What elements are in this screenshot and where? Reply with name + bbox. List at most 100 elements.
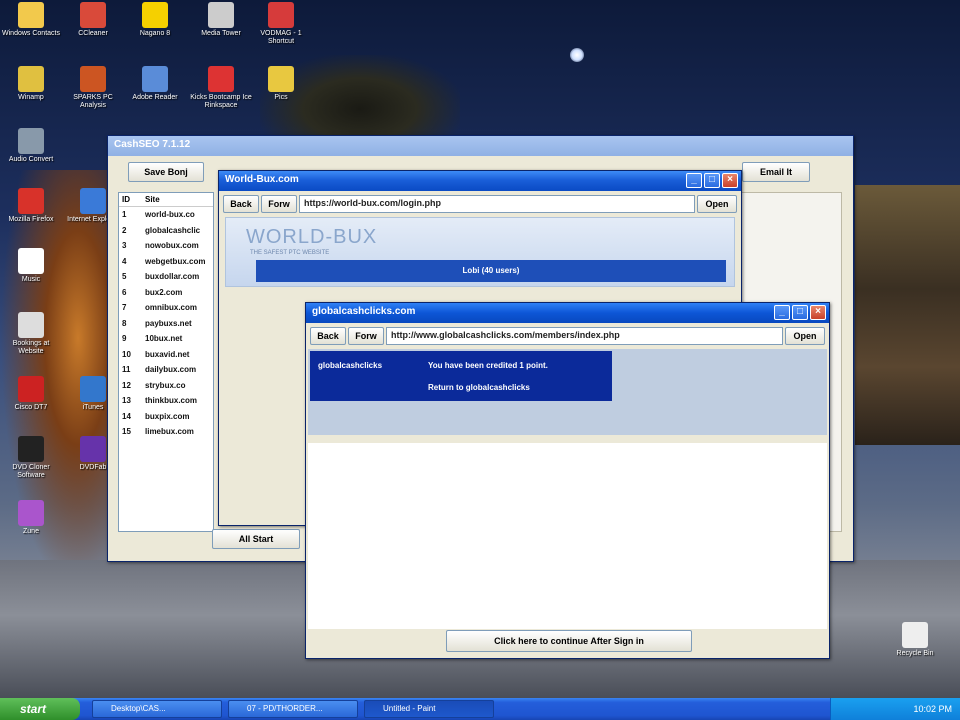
desktop-icon[interactable]: DVD Cloner Software bbox=[0, 436, 62, 480]
app-icon bbox=[18, 312, 44, 338]
task-item-1[interactable]: Desktop\CAS... bbox=[92, 700, 222, 718]
desktop-icon-label: Kicks Bootcamp Ice Rinkspace bbox=[190, 94, 252, 109]
save-button[interactable]: Save Bonj bbox=[128, 162, 204, 182]
page-body bbox=[308, 443, 827, 629]
desktop-icon[interactable]: Music bbox=[0, 248, 62, 284]
desktop-icon-label: VODMAG - 1 Shortcut bbox=[260, 30, 302, 45]
desktop-icon[interactable]: Adobe Reader bbox=[124, 66, 186, 102]
desktop-icon[interactable]: Cisco DT7 bbox=[0, 376, 62, 412]
start-button[interactable]: start bbox=[0, 698, 80, 720]
back-button[interactable]: Back bbox=[223, 195, 259, 213]
row-site: buxpix.com bbox=[145, 411, 190, 421]
worldbux-tagline: THE SAFEST PTC WEBSITE bbox=[250, 250, 330, 256]
url-input[interactable]: http://www.globalcashclicks.com/members/… bbox=[386, 327, 783, 345]
system-tray: 10:02 PM bbox=[830, 698, 960, 720]
minimize-button[interactable]: _ bbox=[774, 305, 790, 320]
desktop-icon[interactable]: Kicks Bootcamp Ice Rinkspace bbox=[190, 66, 252, 110]
close-button[interactable]: × bbox=[810, 305, 826, 320]
list-item[interactable]: 1 world-bux.co bbox=[119, 207, 213, 223]
maximize-button[interactable]: □ bbox=[704, 173, 720, 188]
back-button[interactable]: Back bbox=[310, 327, 346, 345]
row-id: 6 bbox=[122, 287, 127, 297]
list-item[interactable]: 10 buxavid.net bbox=[119, 347, 213, 363]
moon bbox=[570, 48, 584, 62]
desktop-icon-label: Music bbox=[21, 276, 41, 283]
desktop-icon[interactable]: Audio Convert bbox=[0, 128, 62, 164]
app-icon bbox=[80, 376, 106, 402]
row-site: limebux.com bbox=[145, 427, 194, 436]
list-item[interactable]: 11 dailybux.com bbox=[119, 362, 213, 378]
list-item[interactable]: 13 thinkbux.com bbox=[119, 393, 213, 409]
desktop-icon[interactable]: Nagano 8 bbox=[124, 2, 186, 38]
continue-button[interactable]: Click here to continue After Sign in bbox=[446, 630, 692, 652]
row-site: thinkbux.com bbox=[145, 396, 198, 405]
taskbar: start Desktop\CAS... 07 - PD/THORDER... … bbox=[0, 698, 960, 720]
desktop-icon[interactable]: SPARKS PC Analysis bbox=[62, 66, 124, 110]
list-header-site: Site bbox=[145, 195, 160, 204]
site-list[interactable]: ID Site 1 world-bux.co 2 globalcashclic 3 now… bbox=[118, 192, 214, 532]
list-item[interactable]: 7 omnibux.com bbox=[119, 300, 213, 316]
row-site: nowobux.com bbox=[145, 241, 199, 250]
credit-notice: globalcashclicks You have been credited … bbox=[310, 351, 612, 401]
list-item[interactable]: 5 buxdollar.com bbox=[119, 269, 213, 285]
url-input[interactable]: https://world-bux.com/login.php bbox=[299, 195, 695, 213]
list-item[interactable]: 15 limebux.com bbox=[119, 424, 213, 440]
row-site: webgetbux.com bbox=[145, 256, 206, 266]
app-icon bbox=[18, 188, 44, 214]
all-start-button[interactable]: All Start bbox=[212, 529, 300, 549]
list-item[interactable]: 3 nowobux.com bbox=[119, 238, 213, 254]
app-icon bbox=[18, 376, 44, 402]
desktop-icon-label: Media Tower bbox=[201, 30, 241, 37]
desktop-icon[interactable]: Bookings at Website bbox=[0, 312, 62, 356]
list-item[interactable]: 8 paybuxs.net bbox=[119, 316, 213, 332]
desktop-icon-label: Recycle Bin bbox=[896, 650, 934, 657]
desktop-icon[interactable]: Windows Contacts bbox=[0, 2, 62, 38]
return-link[interactable]: Return to globalcashclicks bbox=[428, 383, 530, 392]
maximize-button[interactable]: □ bbox=[792, 305, 808, 320]
worldbux-logo: WORLD-BUX bbox=[246, 226, 378, 248]
desktop-icon-label: Pics bbox=[274, 94, 288, 101]
app-icon bbox=[18, 128, 44, 154]
list-item[interactable]: 2 globalcashclic bbox=[119, 223, 213, 239]
desktop-icon[interactable]: Zune bbox=[0, 500, 62, 536]
browser2-titlebar[interactable]: globalcashclicks.com _ □ × bbox=[306, 303, 829, 323]
desktop-icon[interactable]: VODMAG - 1 Shortcut bbox=[250, 2, 312, 46]
task-item-3[interactable]: Untitled - Paint bbox=[364, 700, 494, 718]
desktop-icon[interactable]: CCleaner bbox=[62, 2, 124, 38]
browser1-titlebar[interactable]: World-Bux.com _ □ × bbox=[219, 171, 741, 191]
forward-button[interactable]: Forw bbox=[261, 195, 297, 213]
list-item[interactable]: 14 buxpix.com bbox=[119, 409, 213, 425]
desktop-icon[interactable]: Recycle Bin bbox=[884, 622, 946, 658]
app-icon bbox=[80, 66, 106, 92]
browser2-address-bar: Back Forw http://www.globalcashclicks.co… bbox=[306, 323, 829, 349]
list-item[interactable]: 4 webgetbux.com bbox=[119, 254, 213, 270]
desktop-icon-label: Bookings at Website bbox=[12, 340, 50, 355]
desktop-icon[interactable]: Pics bbox=[250, 66, 312, 102]
minimize-button[interactable]: _ bbox=[686, 173, 702, 188]
row-id: 8 bbox=[122, 318, 127, 328]
list-item[interactable]: 12 strybux.co bbox=[119, 378, 213, 394]
browser1-address-bar: Back Forw https://world-bux.com/login.ph… bbox=[219, 191, 741, 217]
desktop-icon[interactable]: Mozilla Firefox bbox=[0, 188, 62, 224]
row-site: omnibux.com bbox=[145, 303, 198, 312]
desktop-icon[interactable]: Winamp bbox=[0, 66, 62, 102]
main-title: CashSEO 7.1.12 bbox=[114, 139, 191, 150]
row-id: 11 bbox=[122, 365, 131, 374]
clock[interactable]: 10:02 PM bbox=[913, 704, 952, 714]
row-id: 12 bbox=[122, 380, 131, 390]
desktop-icon-label: Audio Convert bbox=[8, 156, 54, 163]
task-item-2[interactable]: 07 - PD/THORDER... bbox=[228, 700, 358, 718]
email-button[interactable]: Email It bbox=[742, 162, 810, 182]
list-item[interactable]: 9 10bux.net bbox=[119, 331, 213, 347]
forward-button[interactable]: Forw bbox=[348, 327, 384, 345]
desktop-icon-label: Zune bbox=[23, 528, 39, 535]
open-button[interactable]: Open bbox=[697, 195, 737, 213]
worldbux-bar[interactable]: Lobi (40 users) bbox=[256, 260, 726, 282]
desktop-icon[interactable]: Media Tower bbox=[190, 2, 252, 38]
close-button[interactable]: × bbox=[722, 173, 738, 188]
worldbux-banner: WORLD-BUX THE SAFEST PTC WEBSITE Lobi (4… bbox=[225, 217, 735, 287]
open-button[interactable]: Open bbox=[785, 327, 825, 345]
main-titlebar[interactable]: CashSEO 7.1.12 bbox=[108, 136, 853, 156]
list-item[interactable]: 6 bux2.com bbox=[119, 285, 213, 301]
app-icon bbox=[902, 622, 928, 648]
